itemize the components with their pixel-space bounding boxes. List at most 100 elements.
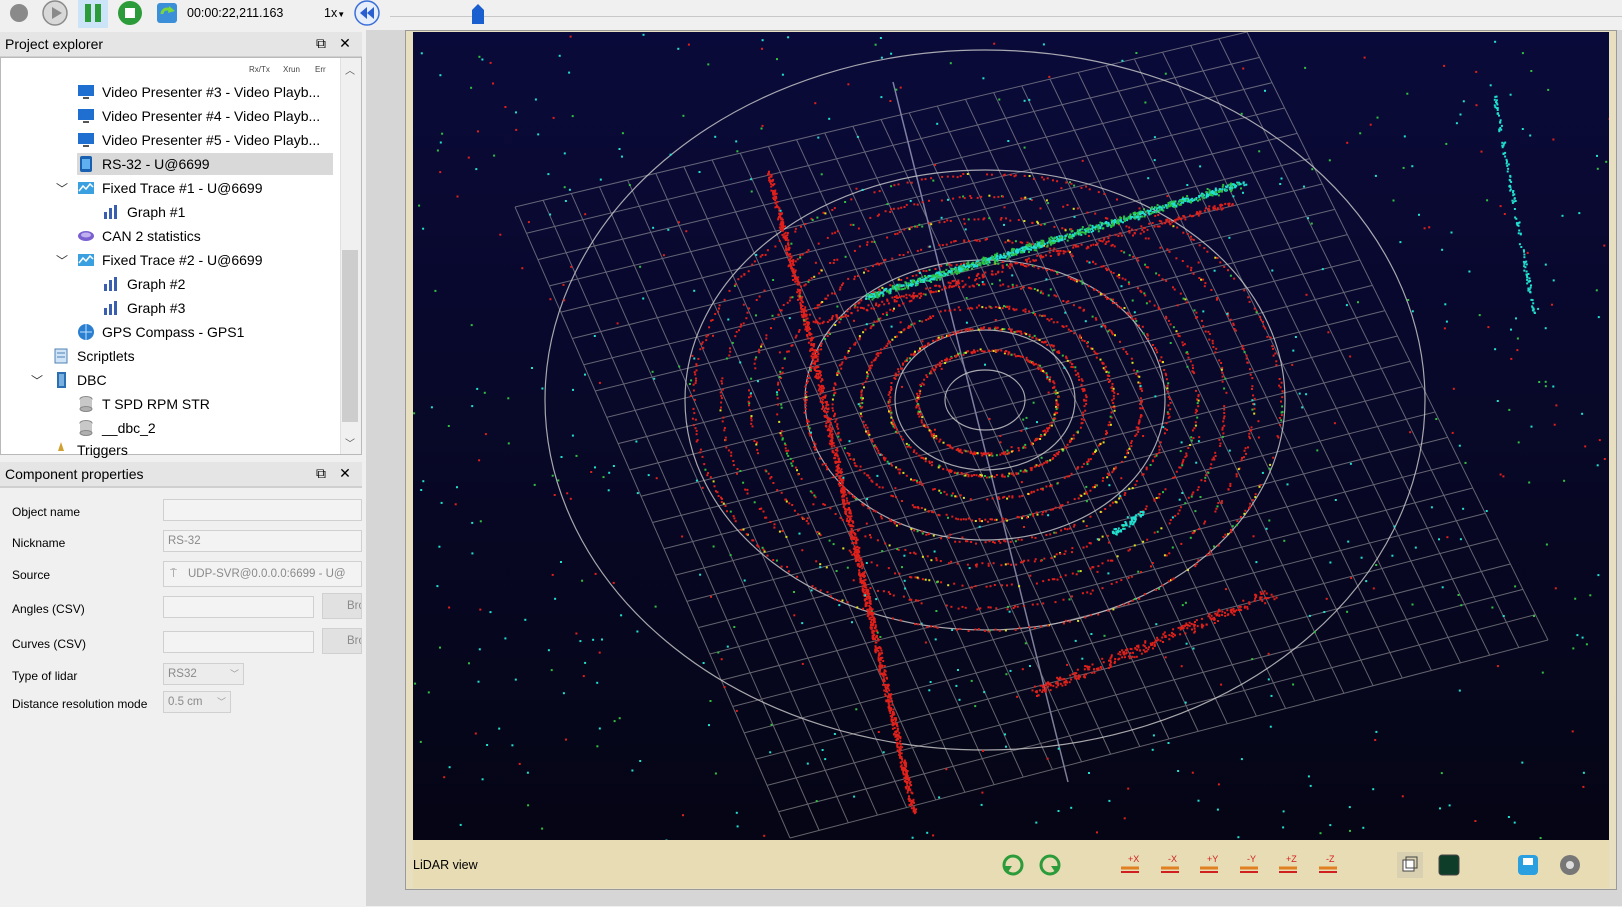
trace-icon bbox=[77, 251, 95, 269]
save-icon[interactable] bbox=[1515, 852, 1541, 878]
tree-item[interactable]: Scriptlets bbox=[52, 345, 302, 367]
tree-item[interactable]: GPS Compass - GPS1 bbox=[77, 321, 327, 343]
tree-item[interactable]: Video Presenter #3 - Video Playb... bbox=[77, 81, 327, 103]
can-icon bbox=[77, 227, 95, 245]
angles-browse-button[interactable]: Bro bbox=[322, 593, 362, 619]
tree-item[interactable]: RS-32 - U@6699 bbox=[77, 153, 333, 175]
tree-item-label: Triggers bbox=[77, 442, 128, 458]
database-icon bbox=[77, 419, 95, 437]
tree-item-label: Fixed Trace #2 - U@6699 bbox=[102, 252, 263, 268]
chevron-down-icon: ﹀ bbox=[217, 692, 226, 712]
rewind-button[interactable] bbox=[352, 0, 382, 28]
tree-item-label: RS-32 - U@6699 bbox=[102, 156, 210, 172]
pause-button[interactable] bbox=[78, 0, 108, 28]
tree-item-label: Graph #1 bbox=[127, 204, 185, 220]
tree-item[interactable]: __dbc_2 bbox=[77, 417, 327, 439]
source-value: UDP-SVR@0.0.0.0:6699 - U@ bbox=[188, 568, 346, 580]
curves-browse-button[interactable]: Bro bbox=[322, 628, 362, 654]
expand-chevron-icon[interactable]: ﹀ bbox=[56, 252, 68, 269]
loop-button[interactable] bbox=[152, 0, 182, 28]
tree-item-label: Graph #3 bbox=[127, 300, 185, 316]
cube-icon[interactable] bbox=[1397, 852, 1423, 878]
tree-item[interactable]: T SPD RPM STR bbox=[77, 393, 327, 415]
distance-resolution-select[interactable]: 0.5 cm ﹀ bbox=[163, 691, 231, 713]
component-properties-header: Component properties ⧉ ✕ bbox=[0, 462, 362, 487]
source-label: Source bbox=[12, 568, 50, 582]
rotate-left-icon[interactable] bbox=[1000, 852, 1026, 878]
tree-item-label: CAN 2 statistics bbox=[102, 228, 201, 244]
tree-scrollbar-thumb[interactable] bbox=[342, 250, 358, 422]
globe-icon bbox=[77, 323, 95, 341]
monitor-icon bbox=[77, 131, 95, 149]
tree-item[interactable]: DBC bbox=[52, 369, 302, 391]
angles-field[interactable] bbox=[163, 596, 314, 618]
record-button[interactable] bbox=[4, 0, 34, 28]
project-explorer-title: Project explorer bbox=[5, 36, 103, 52]
play-icon bbox=[42, 0, 68, 29]
chevron-down-icon: ﹀ bbox=[230, 664, 239, 684]
tree-item[interactable]: Video Presenter #4 - Video Playb... bbox=[77, 105, 327, 127]
minus-x-icon[interactable]: -X bbox=[1157, 852, 1183, 878]
script-icon bbox=[52, 347, 70, 365]
timeline-track[interactable] bbox=[390, 0, 1622, 17]
plus-y-icon[interactable]: +Y bbox=[1196, 852, 1222, 878]
antenna-icon: ⍑ bbox=[170, 562, 177, 586]
speed-selector[interactable]: 1x▼ bbox=[324, 6, 345, 20]
loop-icon bbox=[154, 0, 180, 29]
close-icon[interactable]: ✕ bbox=[336, 34, 354, 52]
tree-item[interactable]: Fixed Trace #1 - U@6699 bbox=[77, 177, 327, 199]
tree-item[interactable]: CAN 2 statistics bbox=[77, 225, 327, 247]
expand-chevron-icon[interactable]: ﹀ bbox=[56, 180, 68, 197]
tree-item[interactable]: Triggers bbox=[52, 439, 302, 461]
curves-field[interactable] bbox=[163, 631, 314, 653]
lidar-point-cloud-canvas[interactable] bbox=[413, 32, 1609, 840]
object-name-label: Object name bbox=[12, 505, 80, 519]
component-properties-title: Component properties bbox=[5, 466, 144, 482]
minus-y-icon[interactable]: -Y bbox=[1236, 852, 1262, 878]
scroll-down-icon[interactable]: ﹀ bbox=[345, 435, 355, 450]
speed-value: 1x bbox=[324, 6, 337, 20]
undock-icon[interactable]: ⧉ bbox=[312, 464, 330, 482]
rotate-right-icon[interactable] bbox=[1037, 852, 1063, 878]
column-header-err: Err bbox=[315, 65, 326, 74]
tree-item[interactable]: Video Presenter #5 - Video Playb... bbox=[77, 129, 327, 151]
scroll-up-icon[interactable]: ︿ bbox=[345, 62, 355, 77]
project-explorer-header: Project explorer ⧉ ✕ bbox=[0, 32, 362, 57]
source-field[interactable]: ⍑ UDP-SVR@0.0.0.0:6699 - U@ bbox=[163, 561, 362, 587]
play-button[interactable] bbox=[40, 0, 70, 28]
lidar-background bbox=[413, 32, 1609, 840]
tree-item[interactable]: Fixed Trace #2 - U@6699 bbox=[77, 249, 327, 271]
tree-item-label: Graph #2 bbox=[127, 276, 185, 292]
lidar-type-select[interactable]: RS32 ﹀ bbox=[163, 663, 244, 685]
undock-icon[interactable]: ⧉ bbox=[312, 34, 330, 52]
expand-chevron-icon[interactable]: ﹀ bbox=[31, 372, 43, 389]
column-header-rxtx: Rx/Tx bbox=[249, 65, 270, 74]
distance-resolution-label: Distance resolution mode bbox=[12, 697, 147, 711]
timeline-slider-thumb[interactable] bbox=[472, 4, 484, 24]
settings-icon[interactable] bbox=[1557, 852, 1583, 878]
minus-z-icon[interactable]: -Z bbox=[1315, 852, 1341, 878]
tree-item-label: GPS Compass - GPS1 bbox=[102, 324, 244, 340]
plus-x-icon[interactable]: +X bbox=[1117, 852, 1143, 878]
screen-icon[interactable] bbox=[1436, 852, 1462, 878]
tree-item[interactable]: Graph #2 bbox=[102, 273, 352, 295]
close-icon[interactable]: ✕ bbox=[336, 464, 354, 482]
tree-item-label: T SPD RPM STR bbox=[102, 396, 210, 412]
stop-button[interactable] bbox=[115, 0, 145, 28]
tree-item-label: Video Presenter #4 - Video Playb... bbox=[102, 108, 320, 124]
monitor-icon bbox=[77, 83, 95, 101]
object-name-field[interactable] bbox=[163, 499, 362, 521]
distance-resolution-value: 0.5 cm bbox=[168, 696, 203, 708]
rewind-icon bbox=[354, 0, 380, 29]
graph-icon bbox=[102, 275, 120, 293]
tree-item[interactable]: Graph #1 bbox=[102, 201, 352, 223]
lidar-type-value: RS32 bbox=[168, 668, 197, 680]
tree-item-label: Video Presenter #5 - Video Playb... bbox=[102, 132, 320, 148]
trace-icon bbox=[77, 179, 95, 197]
chevron-down-icon: ▼ bbox=[337, 10, 345, 19]
nickname-field[interactable]: RS-32 bbox=[163, 530, 362, 552]
plus-z-icon[interactable]: +Z bbox=[1275, 852, 1301, 878]
trigger-icon bbox=[52, 441, 70, 459]
tree-item[interactable]: Graph #3 bbox=[102, 297, 352, 319]
dbc-icon bbox=[52, 371, 70, 389]
